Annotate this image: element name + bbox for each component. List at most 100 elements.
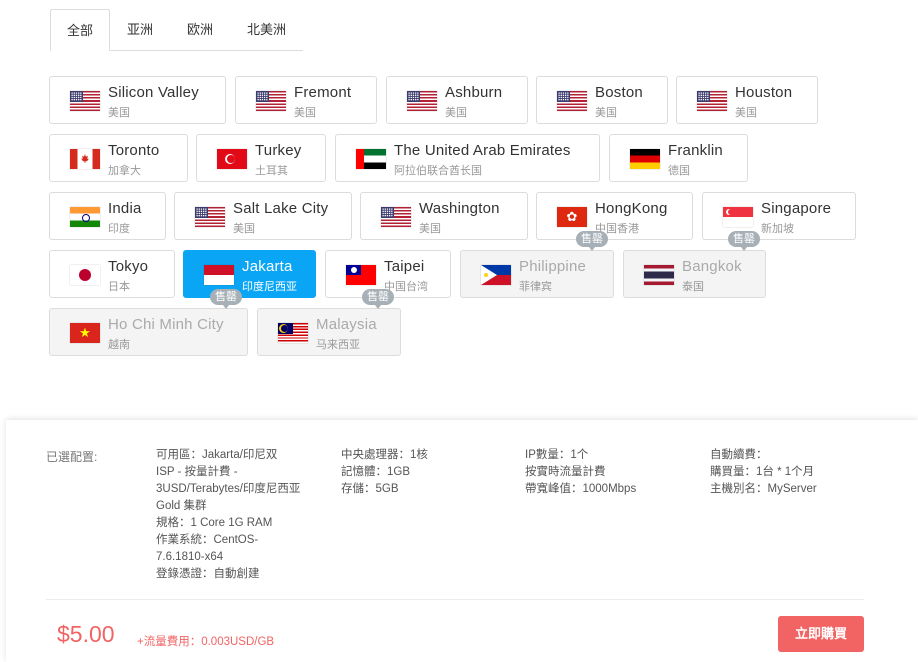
location-houston[interactable]: Houston 美国 [676, 76, 818, 124]
philippines-flag-icon [481, 265, 511, 285]
order-summary-panel: 已選配置: 可用區：Jakarta/印尼双 ISP - 按量計費 - 3USD/… [6, 420, 918, 662]
location-malaysia[interactable]: Malaysia 马来西亚 [257, 308, 401, 356]
region-tabs: 全部 亚洲 欧洲 北美洲 [50, 9, 303, 51]
location-country: 菲律宾 [519, 281, 552, 293]
summary-billing: 按實時流量計費 [525, 466, 606, 478]
location-name: Tokyo [108, 258, 149, 275]
soldout-badge: 售罄 [362, 289, 394, 309]
tab-north-america[interactable]: 北美洲 [230, 9, 303, 51]
summary-zone: 可用區：Jakarta/印尼双 [156, 449, 278, 461]
malaysia-flag-icon [278, 323, 308, 343]
summary-storage: 存儲：5GB [341, 483, 399, 495]
summary-quantity: 購買量：1台 * 1个月 [710, 466, 815, 478]
summary-bandwidth: 帶寬峰值：1000Mbps [525, 483, 637, 495]
divider [46, 599, 864, 600]
location-country: 新加坡 [761, 223, 794, 235]
location-toronto[interactable]: Toronto 加拿大 [49, 134, 188, 182]
summary-column-network: IP數量：1个 按實時流量計費 帶寬峰值：1000Mbps [525, 447, 636, 498]
tab-all[interactable]: 全部 [50, 9, 110, 51]
location-name: Singapore [761, 200, 832, 217]
location-philippine[interactable]: Philippine 菲律宾 [460, 250, 614, 298]
summary-spec: 規格：1 Core 1G RAM [156, 517, 273, 529]
location-ho-chi-minh-city[interactable]: Ho Chi Minh City 越南 [49, 308, 248, 356]
location-name: Houston [735, 84, 793, 101]
us-flag-icon [407, 91, 437, 111]
location-name: Malaysia [316, 316, 377, 333]
location-washington[interactable]: Washington 美国 [360, 192, 528, 240]
summary-column-zone: 可用區：Jakarta/印尼双 ISP - 按量計費 - 3USD/Teraby… [156, 447, 311, 583]
location-name: Washington [419, 200, 500, 217]
buy-now-button[interactable]: 立即購買 [778, 616, 864, 652]
germany-flag-icon [630, 149, 660, 169]
singapore-flag-icon [723, 207, 753, 227]
summary-column-hardware: 中央處理器：1核 記憶體：1GB 存儲：5GB [341, 447, 428, 498]
location-name: Toronto [108, 142, 160, 159]
location-name: Bangkok [682, 258, 742, 275]
location-jakarta[interactable]: Jakarta 印度尼西亚 [183, 250, 316, 298]
location-franklin[interactable]: Franklin 德国 [609, 134, 748, 182]
tab-europe[interactable]: 欧洲 [170, 9, 230, 51]
location-silicon-valley[interactable]: Silicon Valley 美国 [49, 76, 226, 124]
summary-os: 作業系統：CentOS-7.6.1810-x64 [156, 534, 259, 563]
location-name: Fremont [294, 84, 352, 101]
location-turkey[interactable]: Turkey 土耳其 [196, 134, 326, 182]
canada-flag-icon [70, 149, 100, 169]
summary-credentials: 登錄憑證：自動創建 [156, 568, 260, 580]
location-name: Salt Lake City [233, 200, 329, 217]
location-country: 美国 [445, 107, 467, 119]
location-country: 加拿大 [108, 165, 141, 177]
vietnam-flag-icon [70, 323, 100, 343]
location-name: Boston [595, 84, 643, 101]
summary-ip-count: IP數量：1个 [525, 449, 589, 461]
location-name: Franklin [668, 142, 723, 159]
hongkong-flag-icon [557, 207, 587, 227]
selected-config-label: 已選配置: [46, 450, 98, 464]
summary-column-purchase: 自動續費： 購買量：1台 * 1个月 主機別名：MyServer [710, 447, 817, 498]
total-price: $5.00 [57, 621, 115, 647]
location-country: 印度尼西亚 [242, 281, 297, 293]
us-flag-icon [70, 91, 100, 111]
location-country: 土耳其 [255, 165, 288, 177]
location-name: Philippine [519, 258, 587, 275]
soldout-badge: 售罄 [728, 231, 760, 251]
location-singapore[interactable]: Singapore 新加坡 [702, 192, 856, 240]
location-fremont[interactable]: Fremont 美国 [235, 76, 377, 124]
us-flag-icon [381, 207, 411, 227]
soldout-badge: 售罄 [576, 231, 608, 251]
location-boston[interactable]: Boston 美国 [536, 76, 668, 124]
summary-isp: ISP - 按量計費 - 3USD/Terabytes/印度尼西亚 Gold 集… [156, 466, 301, 512]
location-name: Taipei [384, 258, 425, 275]
location-name: India [108, 200, 142, 217]
location-ashburn[interactable]: Ashburn 美国 [386, 76, 528, 124]
location-salt-lake-city[interactable]: Salt Lake City 美国 [174, 192, 352, 240]
location-name: The United Arab Emirates [394, 142, 571, 159]
location-country: 印度 [108, 223, 130, 235]
location-name: Jakarta [242, 258, 293, 275]
location-india[interactable]: India 印度 [49, 192, 166, 240]
taiwan-flag-icon [346, 265, 376, 285]
location-tokyo[interactable]: Tokyo 日本 [49, 250, 175, 298]
location-hongkong[interactable]: HongKong 中国香港 [536, 192, 693, 240]
turkey-flag-icon [217, 149, 247, 169]
summary-cpu: 中央處理器：1核 [341, 449, 428, 461]
summary-memory: 記憶體：1GB [341, 466, 411, 478]
tab-asia[interactable]: 亚洲 [110, 9, 170, 51]
location-name: Ashburn [445, 84, 503, 101]
location-country: 美国 [595, 107, 617, 119]
summary-hostname: 主機別名：MyServer [710, 483, 817, 495]
uae-flag-icon [356, 149, 386, 169]
summary-auto-renew: 自動續費： [710, 449, 768, 461]
us-flag-icon [557, 91, 587, 111]
location-country: 阿拉伯联合酋长国 [394, 165, 482, 177]
location-uae[interactable]: The United Arab Emirates 阿拉伯联合酋长国 [335, 134, 600, 182]
location-bangkok[interactable]: Bangkok 泰国 [623, 250, 766, 298]
location-country: 泰国 [682, 281, 704, 293]
location-country: 美国 [419, 223, 441, 235]
location-country: 马来西亚 [316, 339, 360, 351]
location-country: 美国 [233, 223, 255, 235]
location-country: 日本 [108, 281, 130, 293]
location-name: Ho Chi Minh City [108, 316, 224, 333]
location-name: Turkey [255, 142, 302, 159]
soldout-badge: 售罄 [210, 289, 242, 309]
us-flag-icon [195, 207, 225, 227]
